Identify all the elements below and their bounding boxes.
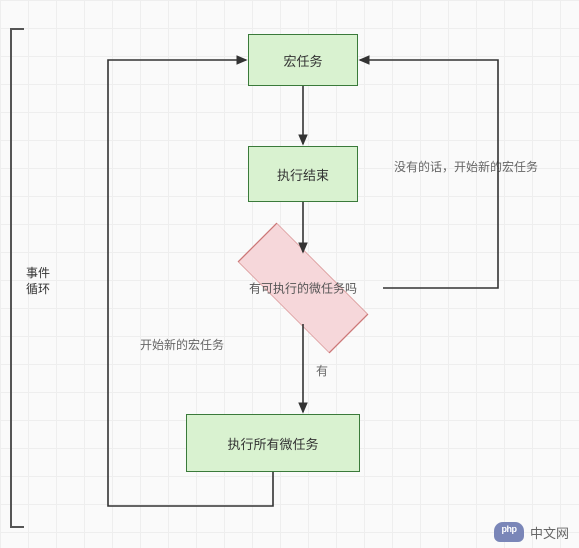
edge-no-label-text: 没有的话，开始新的宏任务 [394, 160, 538, 174]
watermark-text: 中文网 [530, 523, 569, 542]
edge-yes-label-text: 有 [316, 364, 328, 378]
node-exec-micro: 执行所有微任务 [186, 414, 360, 472]
edge-no-label: 没有的话，开始新的宏任务 [394, 158, 544, 175]
php-logo-icon [494, 522, 524, 542]
edge-new-macro-label-text: 开始新的宏任务 [140, 338, 224, 352]
watermark: 中文网 [494, 522, 569, 542]
node-exec-end: 执行结束 [248, 146, 358, 202]
bracket-label-line1: 事件 循环 [26, 266, 50, 296]
node-macro-task: 宏任务 [248, 34, 358, 86]
node-exec-micro-label: 执行所有微任务 [227, 434, 318, 453]
node-macro-task-label: 宏任务 [283, 51, 322, 70]
node-has-micro: 有可执行的微任务吗 [223, 252, 383, 324]
node-exec-end-label: 执行结束 [277, 165, 329, 184]
node-has-micro-label: 有可执行的微任务吗 [223, 280, 383, 297]
bracket [10, 28, 24, 528]
bracket-label: 事件 循环 [26, 266, 50, 297]
edge-new-macro-label: 开始新的宏任务 [140, 336, 224, 353]
edge-yes-label: 有 [316, 362, 328, 379]
